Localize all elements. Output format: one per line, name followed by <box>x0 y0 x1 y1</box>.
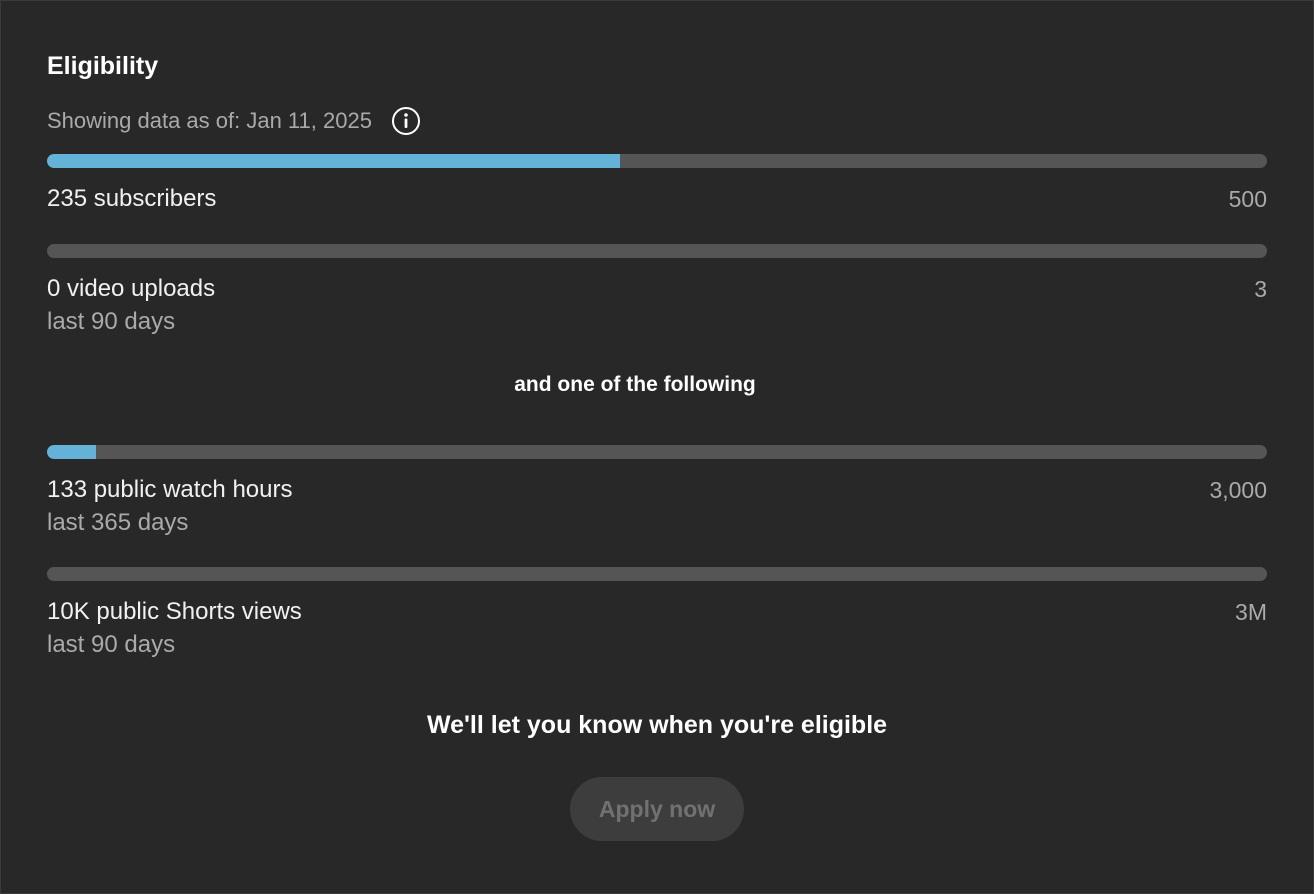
metric-text: 235 subscribers <box>47 184 216 214</box>
card-title: Eligibility <box>47 52 159 80</box>
metric-row: 10K public Shorts views last 90 days 3M <box>47 597 1267 660</box>
metric-text: 0 video uploads last 90 days <box>47 274 215 337</box>
progress-bar <box>47 567 1267 581</box>
eligibility-notice: We'll let you know when you're eligible <box>426 711 888 739</box>
progress-bar <box>47 445 1267 459</box>
progress-bar <box>47 154 1267 168</box>
metric-label: 235 subscribers <box>47 185 217 212</box>
metric-sublabel: last 365 days <box>47 509 189 536</box>
data-as-of-text: Showing data as of: Jan 11, 2025 <box>47 108 372 133</box>
metric-label: 0 video uploads <box>47 275 216 302</box>
metric-target: 500 <box>1228 186 1267 212</box>
metric-row: 0 video uploads last 90 days 3 <box>47 274 1267 337</box>
progress-bar-fill <box>47 445 96 459</box>
metric-sublabel: last 90 days <box>47 308 176 335</box>
metric-target: 3 <box>1254 276 1267 302</box>
metric-text: 10K public Shorts views last 90 days <box>47 597 302 660</box>
eligibility-card: Eligibility Showing data as of: Jan 11, … <box>0 0 1314 894</box>
metric-text: 133 public watch hours last 365 days <box>47 475 292 538</box>
progress-bar-fill <box>47 154 621 168</box>
metric-row: 133 public watch hours last 365 days 3,0… <box>47 475 1267 538</box>
metric-subscribers: 235 subscribers 500 <box>47 154 1267 214</box>
data-as-of-row: Showing data as of: Jan 11, 2025 <box>47 105 421 137</box>
info-icon[interactable] <box>391 106 421 136</box>
metric-target: 3M <box>1235 599 1267 625</box>
metric-target: 3,000 <box>1209 477 1267 503</box>
metric-row: 235 subscribers 500 <box>47 184 1267 214</box>
one-of-following-text: and one of the following <box>514 373 756 396</box>
metric-label: 10K public Shorts views <box>47 598 302 625</box>
progress-bar <box>47 244 1267 258</box>
metric-shorts-views: 10K public Shorts views last 90 days 3M <box>47 567 1267 660</box>
metric-watch-hours: 133 public watch hours last 365 days 3,0… <box>47 445 1267 538</box>
metric-sublabel: last 90 days <box>47 631 176 658</box>
metric-label: 133 public watch hours <box>47 476 293 503</box>
apply-now-button[interactable]: Apply now <box>570 777 744 841</box>
metric-video-uploads: 0 video uploads last 90 days 3 <box>47 244 1267 337</box>
